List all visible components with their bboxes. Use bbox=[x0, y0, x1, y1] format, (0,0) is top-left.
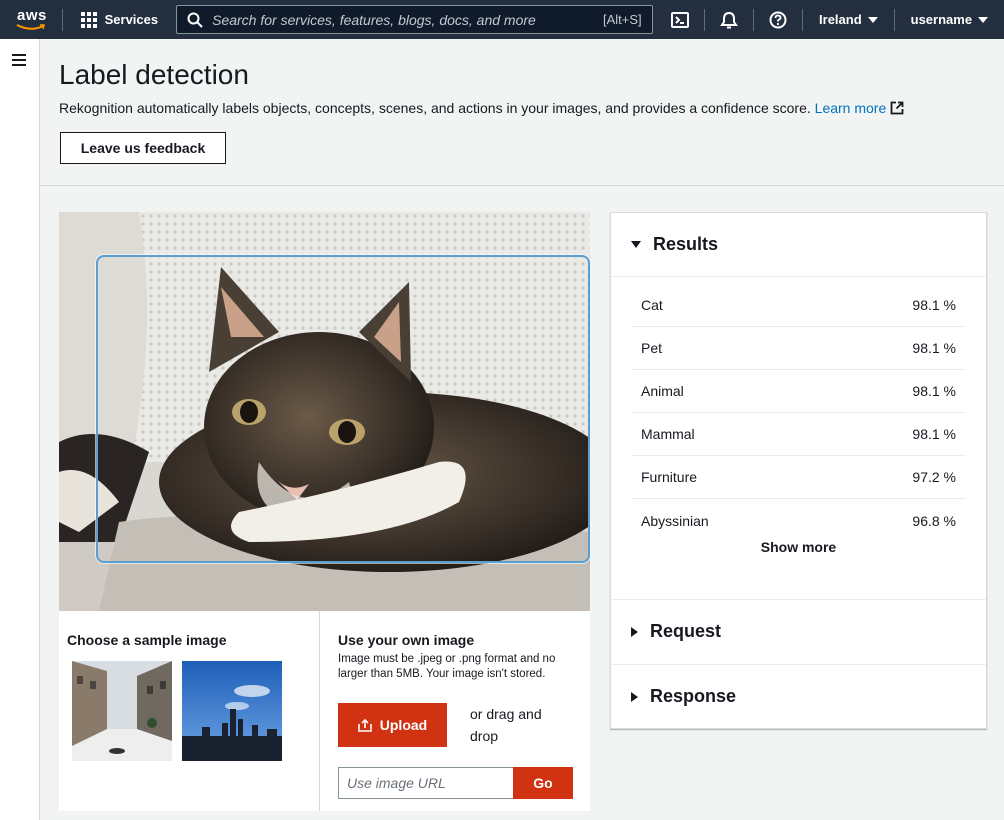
result-confidence: 97.2 % bbox=[912, 469, 956, 485]
cloudshell-icon bbox=[670, 11, 689, 28]
page-header: Label detection Rekognition automaticall… bbox=[40, 39, 1004, 186]
help-button[interactable] bbox=[754, 0, 802, 39]
image-source-panel: Choose a sample image Use your own image… bbox=[59, 611, 590, 811]
sample-thumbnail-street[interactable] bbox=[72, 661, 172, 761]
caret-down-icon bbox=[978, 16, 989, 23]
search-shortcut-hint: [Alt+S] bbox=[602, 12, 642, 27]
upload-label: Upload bbox=[379, 717, 428, 733]
sample-images-title: Choose a sample image bbox=[67, 632, 227, 648]
help-icon bbox=[769, 11, 787, 28]
result-row: Pet 98.1 % bbox=[631, 327, 966, 370]
result-confidence: 96.8 % bbox=[912, 512, 956, 529]
learn-more-link[interactable]: Learn more bbox=[815, 100, 905, 116]
cloudshell-button[interactable] bbox=[656, 0, 704, 39]
side-navigation-rail bbox=[0, 39, 40, 820]
result-row: Animal 98.1 % bbox=[631, 370, 966, 413]
results-list: Cat 98.1 % Pet 98.1 % Animal 98.1 % Mamm… bbox=[631, 284, 966, 542]
notifications-button[interactable] bbox=[705, 0, 753, 39]
show-more-button[interactable]: Show more bbox=[611, 539, 986, 555]
result-confidence: 98.1 % bbox=[912, 426, 956, 442]
street-thumbnail-image bbox=[72, 661, 172, 761]
bell-icon bbox=[719, 11, 738, 28]
caret-right-icon bbox=[631, 691, 638, 702]
search-icon bbox=[187, 12, 203, 28]
external-link-icon bbox=[890, 101, 904, 115]
description-text: Rekognition automatically labels objects… bbox=[59, 100, 811, 116]
region-selector[interactable]: Ireland bbox=[803, 0, 894, 39]
result-row: Furniture 97.2 % bbox=[631, 456, 966, 499]
menu-icon[interactable] bbox=[12, 54, 26, 69]
grid-icon bbox=[80, 11, 97, 28]
learn-more-label: Learn more bbox=[814, 100, 887, 116]
skyline-thumbnail-image bbox=[182, 661, 282, 761]
top-navigation: aws Services [Alt+S] bbox=[0, 0, 1004, 39]
sample-thumbnail-skyline[interactable] bbox=[182, 661, 282, 761]
user-menu[interactable]: username bbox=[895, 0, 1004, 39]
aws-smile-icon bbox=[16, 24, 45, 30]
request-title: Request bbox=[650, 621, 722, 641]
search-box[interactable]: [Alt+S] bbox=[176, 5, 653, 34]
result-confidence: 98.1 % bbox=[912, 340, 956, 356]
result-row: Mammal 98.1 % bbox=[631, 413, 966, 456]
region-label: Ireland bbox=[819, 12, 862, 27]
username-label: username bbox=[910, 12, 973, 27]
page-title: Label detection bbox=[59, 59, 249, 90]
aws-logo[interactable]: aws bbox=[0, 0, 62, 39]
sample-images-section: Choose a sample image bbox=[59, 611, 320, 811]
drag-drop-hint: or drag and drop bbox=[470, 706, 542, 744]
services-menu-button[interactable]: Services bbox=[63, 0, 175, 39]
own-image-section: Use your own image Image must be .jpeg o… bbox=[320, 611, 590, 811]
response-title: Response bbox=[650, 686, 737, 706]
analyzed-image bbox=[59, 212, 590, 611]
upload-icon bbox=[357, 718, 372, 732]
request-section-header[interactable]: Request bbox=[611, 599, 986, 663]
go-button[interactable]: Go bbox=[513, 767, 573, 799]
result-label: Abyssinian bbox=[641, 512, 709, 529]
caret-right-icon bbox=[631, 626, 638, 637]
page-description: Rekognition automatically labels objects… bbox=[59, 100, 904, 116]
results-section-header[interactable]: Results bbox=[611, 213, 986, 277]
services-label: Services bbox=[104, 12, 159, 27]
result-label: Pet bbox=[641, 340, 663, 356]
own-image-title: Use your own image bbox=[338, 632, 475, 648]
result-row: Abyssinian 96.8 % bbox=[631, 499, 966, 542]
own-image-requirements: Image must be .jpeg or .png format and n… bbox=[338, 653, 556, 680]
result-label: Mammal bbox=[641, 426, 695, 442]
result-confidence: 98.1 % bbox=[912, 297, 956, 313]
result-confidence: 98.1 % bbox=[912, 383, 956, 399]
upload-button[interactable]: Upload bbox=[338, 703, 447, 747]
leave-feedback-button[interactable]: Leave us feedback bbox=[60, 132, 226, 164]
response-section-header[interactable]: Response bbox=[611, 664, 986, 728]
detection-bounding-box bbox=[96, 255, 590, 563]
results-title: Results bbox=[653, 234, 719, 254]
result-label: Furniture bbox=[641, 469, 698, 485]
aws-logo-text: aws bbox=[17, 7, 47, 24]
search-input[interactable] bbox=[212, 11, 603, 28]
result-row: Cat 98.1 % bbox=[631, 284, 966, 327]
result-label: Cat bbox=[641, 297, 663, 313]
caret-down-icon bbox=[631, 241, 641, 248]
caret-down-icon bbox=[867, 16, 878, 23]
image-url-input[interactable] bbox=[338, 767, 514, 799]
result-label: Animal bbox=[641, 383, 684, 399]
results-panel: Results Cat 98.1 % Pet 98.1 % Animal 98.… bbox=[610, 212, 987, 729]
